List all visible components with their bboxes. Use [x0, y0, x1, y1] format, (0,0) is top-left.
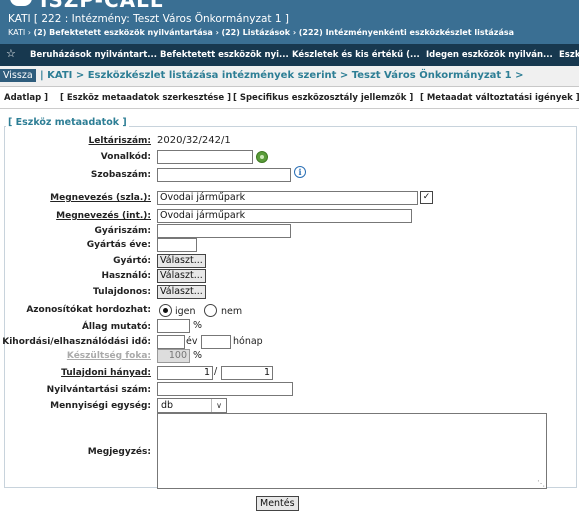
keszultseg-input: 100 — [157, 349, 190, 363]
nyilvantartasi-szam-label: Nyilvántartási szám: — [46, 385, 151, 395]
tab-metaadat-szerkesztes[interactable]: [ Eszköz metaadatok szerkesztése ] — [60, 93, 231, 103]
tab-bar: Adatlap ] [ Eszköz metaadatok szerkeszté… — [0, 90, 579, 108]
radio-igen[interactable] — [159, 304, 172, 317]
szobaszam-input[interactable] — [157, 168, 291, 182]
keszultseg-percent: % — [193, 350, 203, 361]
menu-item-beruhazasok[interactable]: Beruházások nyilvántart... — [30, 50, 157, 60]
tulajdonos-label: Tulajdonos: — [93, 287, 151, 297]
fieldset-legend: [ Eszköz metaadatok ] — [6, 117, 129, 128]
main-menu: ☆ Beruházások nyilvántart... Befektetett… — [0, 44, 579, 66]
info-icon[interactable]: i — [294, 166, 306, 178]
keszultseg-label: Készültség foka: — [66, 351, 151, 361]
logo-icon — [10, 0, 32, 6]
logo: ISZP-CALL — [40, 0, 164, 12]
refresh-icon[interactable] — [256, 151, 268, 163]
kihordasi-ev-input[interactable] — [157, 335, 185, 349]
honap-label: hónap — [233, 336, 263, 347]
hasznalo-choose-button[interactable]: Választ... — [157, 269, 206, 283]
megnevezes-szla-checkbox[interactable]: ✓ — [420, 191, 433, 204]
tab-specifikus-jellemzok[interactable]: [ Specifikus eszközosztály jellemzők ] — [233, 93, 413, 103]
azonosito-label: Azonosítókat hordozhat: — [26, 305, 151, 315]
tab-adatlap[interactable]: Adatlap ] — [4, 93, 48, 103]
vonalkod-label: Vonalkód: — [100, 152, 151, 162]
menu-item-idegen[interactable]: Idegen eszközök nyilván... — [426, 50, 553, 60]
tulajdoni-szamlalo-input[interactable]: 1 — [157, 366, 213, 380]
app-header: ISZP-CALL KATI [ 222 : Intézmény: Teszt … — [0, 0, 579, 44]
divider — [0, 108, 579, 109]
megjegyzes-label: Megjegyzés: — [87, 447, 151, 457]
vonalkod-input[interactable] — [157, 150, 253, 164]
radio-nem-label: nem — [221, 306, 243, 317]
gyariszam-label: Gyáriszám: — [94, 226, 152, 236]
menu-item-eszk[interactable]: Eszk — [559, 50, 579, 60]
mennyisegi-egyseg-label: Mennyiségi egység: — [50, 401, 151, 411]
gyarto-choose-button[interactable]: Választ... — [157, 254, 206, 268]
app-crumb-2[interactable]: (22) Listázások › — [221, 28, 296, 37]
tulajdoni-separator: / — [214, 366, 218, 377]
tulajdoni-nevezo-input[interactable]: 1 — [221, 366, 273, 380]
radio-igen-label: igen — [175, 306, 196, 317]
breadcrumb-path[interactable]: | KATI > Eszközkészlet listázása intézmé… — [40, 70, 523, 81]
kihordasi-label: Kihordási/elhasználódási idő: — [2, 337, 151, 347]
allag-input[interactable] — [157, 319, 190, 333]
nyilvantartasi-szam-input[interactable] — [157, 382, 293, 396]
gyartas-eve-label: Gyártás éve: — [86, 240, 151, 250]
tab-valtoztatasi-igenyek[interactable]: [ Metaadat változtatási igények ] — [420, 93, 579, 103]
app-breadcrumb: KATI › (2) Befektetett eszközök nyilvánt… — [8, 28, 514, 37]
megnevezes-int-input[interactable]: Óvodai járműpark — [157, 209, 412, 223]
tulajdonos-choose-button[interactable]: Választ... — [157, 285, 206, 299]
menu-item-keszletek[interactable]: Készletek és kis értékű (... — [292, 50, 420, 60]
allag-label: Állag mutató: — [81, 322, 151, 332]
back-button[interactable]: Vissza — [0, 69, 36, 82]
chevron-down-icon[interactable]: ∨ — [211, 399, 226, 412]
app-title: KATI [ 222 : Intézmény: Teszt Város Önko… — [8, 13, 289, 25]
leltariszam-label: Leltáriszám: — [88, 136, 151, 146]
mennyisegi-egyseg-select[interactable]: db ∨ — [157, 398, 227, 413]
app-crumb-1[interactable]: (2) Befektetett eszközök nyilvántartása … — [34, 28, 219, 37]
ev-label: év — [186, 336, 198, 347]
mennyisegi-egyseg-value: db — [161, 400, 174, 411]
gyarto-label: Gyártó: — [113, 256, 151, 266]
app-crumb-3[interactable]: (222) Intézményenkénti eszközkészlet lis… — [299, 28, 514, 37]
tulajdoni-hanyad-label: Tulajdoni hányad: — [61, 368, 151, 378]
gyartas-eve-input[interactable] — [157, 238, 197, 252]
szobaszam-label: Szobaszám: — [90, 170, 151, 180]
radio-nem[interactable] — [204, 304, 217, 317]
resize-grip-icon[interactable]: ⋱ — [537, 479, 545, 488]
megjegyzes-textarea[interactable]: ⋱ — [157, 413, 547, 489]
megnevezes-int-label: Megnevezés (int.): — [56, 211, 151, 221]
menu-item-befektetett[interactable]: Befektetett eszközök nyi... — [160, 50, 289, 60]
allag-percent: % — [193, 320, 203, 331]
kihordasi-honap-input[interactable] — [201, 335, 231, 349]
favorites-star-icon[interactable]: ☆ — [6, 47, 16, 60]
hasznalo-label: Használó: — [101, 271, 151, 281]
breadcrumb: Vissza | KATI > Eszközkészlet listázása … — [0, 66, 579, 87]
leltariszam-value: 2020/32/242/1 — [157, 135, 231, 146]
megnevezes-szla-input[interactable]: Óvodai járműpark — [157, 191, 418, 205]
app-crumb-root: KATI › — [8, 28, 31, 37]
gyariszam-input[interactable] — [157, 224, 291, 238]
save-button[interactable]: Mentés — [256, 496, 299, 511]
megnevezes-szla-label: Megnevezés (szla.): — [50, 193, 151, 203]
